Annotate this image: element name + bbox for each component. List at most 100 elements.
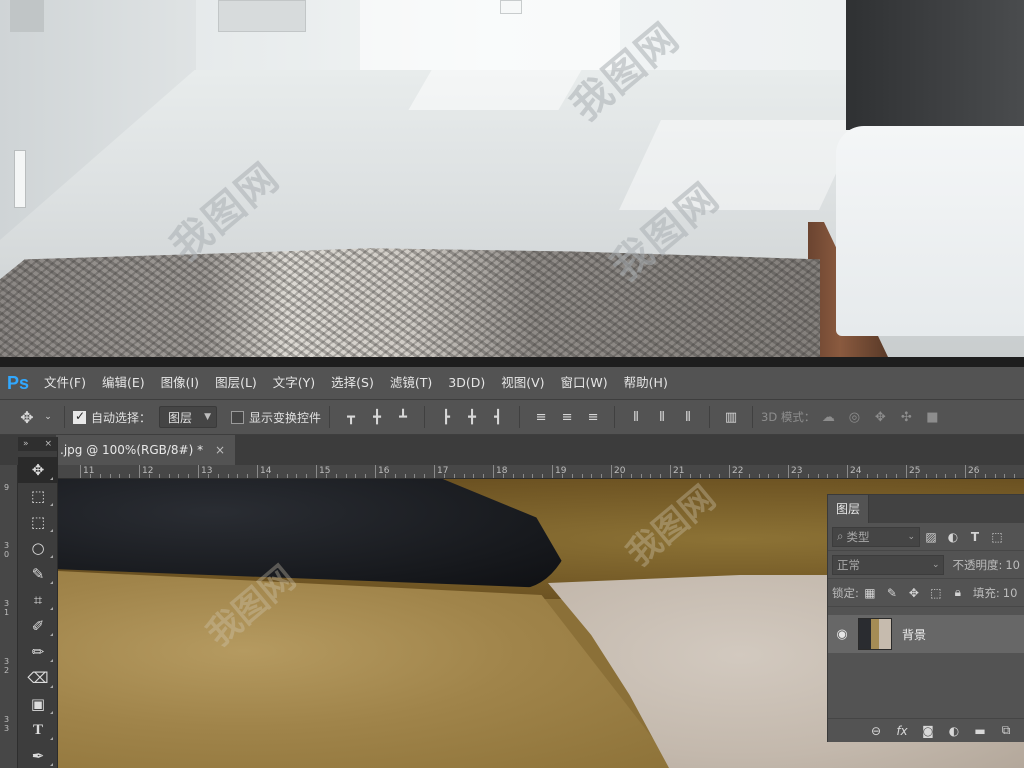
layers-panel-tabs: 图层: [828, 495, 1024, 523]
collapse-icon[interactable]: »: [23, 437, 29, 451]
layer-filter-dropdown[interactable]: ⌕ 类型 ⌄: [832, 526, 920, 547]
document-tab[interactable]: .jpg @ 100%(RGB/8#) * ×: [56, 435, 235, 465]
menu-edit[interactable]: 编辑(E): [94, 367, 153, 399]
eyedropper-tool-icon[interactable]: ✐: [18, 613, 58, 639]
3d-roll-icon[interactable]: ◎: [844, 407, 864, 427]
menu-filter[interactable]: 滤镜(T): [382, 367, 440, 399]
quick-select-tool-icon[interactable]: ✎: [18, 561, 58, 587]
align-vcenter-icon[interactable]: ╋: [367, 407, 387, 427]
3d-pan-icon[interactable]: ✥: [870, 407, 890, 427]
dropdown-value: 图层: [168, 410, 193, 425]
move-tool-icon[interactable]: ✥: [18, 457, 58, 483]
brush-tool-icon[interactable]: ✏: [18, 639, 58, 665]
distribute-top-icon[interactable]: ≡: [531, 407, 551, 427]
lock-all-icon[interactable]: 🔒︎: [947, 585, 969, 600]
visibility-eye-icon[interactable]: ◉: [828, 627, 856, 642]
ruler-number: 23: [791, 466, 803, 476]
opacity-value[interactable]: 10: [1005, 558, 1020, 572]
pen-tool-icon[interactable]: ✒: [18, 743, 58, 768]
layer-row[interactable]: ◉ 背景: [828, 615, 1024, 653]
menu-window[interactable]: 窗口(W): [553, 367, 616, 399]
eraser-tool-icon[interactable]: ⌫: [18, 665, 58, 691]
ruler-tick: [788, 465, 789, 478]
show-transform-label: 显示变换控件: [249, 410, 322, 425]
sunlight-patch: [408, 70, 582, 110]
artboard-tool-icon[interactable]: ⬚: [18, 483, 58, 509]
align-right-icon[interactable]: ┫: [488, 407, 508, 427]
ruler-tick: [847, 465, 848, 478]
type-filter-icon[interactable]: T: [964, 530, 986, 544]
lasso-tool-icon[interactable]: ○: [18, 535, 58, 561]
menu-type[interactable]: 文字(Y): [265, 367, 323, 399]
close-icon[interactable]: ×: [215, 443, 225, 457]
align-bottom-icon[interactable]: ┻: [393, 407, 413, 427]
ruler-tick: [375, 465, 376, 478]
close-icon[interactable]: ×: [44, 437, 52, 451]
bed-mattress: [836, 126, 1024, 336]
adjustment-layer-icon[interactable]: ◐: [941, 724, 967, 738]
dark-wall: [846, 0, 1024, 130]
menu-file[interactable]: 文件(F): [36, 367, 94, 399]
layer-style-icon[interactable]: fx: [889, 724, 915, 738]
new-layer-icon[interactable]: ⧉: [993, 723, 1019, 738]
move-arrows-icon[interactable]: ✥: [17, 407, 37, 427]
align-top-icon[interactable]: ┳: [341, 407, 361, 427]
type-tool-icon[interactable]: T: [18, 717, 58, 743]
3d-orbit-icon[interactable]: ☁: [818, 407, 838, 427]
photoshop-window: Ps 文件(F) 编辑(E) 图像(I) 图层(L) 文字(Y) 选择(S) 滤…: [0, 367, 1024, 768]
distribute-right-icon[interactable]: ⦀: [678, 407, 698, 427]
lock-artboard-icon[interactable]: ⬚: [925, 586, 947, 600]
new-group-icon[interactable]: ▬: [967, 724, 993, 738]
blend-mode-value: 正常: [837, 557, 860, 572]
menu-select[interactable]: 选择(S): [323, 367, 382, 399]
wall-vent: [218, 0, 306, 32]
auto-select-target-dropdown[interactable]: 图层 ▼: [159, 406, 218, 428]
ruler-number: 11: [83, 466, 95, 476]
ruler-number: 13: [201, 466, 213, 476]
3d-slide-icon[interactable]: ✣: [896, 407, 916, 427]
auto-select-checkbox[interactable]: [73, 409, 86, 424]
horizontal-ruler: 11 12 13 14 15 16 17 18 19 20 21 22 23 24 25 26: [58, 465, 1024, 479]
3d-video-icon[interactable]: ■: [922, 407, 942, 427]
lock-pixels-icon[interactable]: ✎: [881, 586, 903, 600]
tab-layers[interactable]: 图层: [828, 495, 870, 523]
distribute-left-icon[interactable]: ⦀: [626, 407, 646, 427]
fill-value[interactable]: 10: [1003, 586, 1018, 600]
menu-3d[interactable]: 3D(D): [440, 367, 493, 399]
show-transform-checkbox[interactable]: [231, 410, 245, 424]
wall-outlet: [14, 150, 26, 208]
menu-view[interactable]: 视图(V): [493, 367, 552, 399]
chevron-down-icon: ⌄: [931, 559, 940, 570]
menu-image[interactable]: 图像(I): [153, 367, 207, 399]
ruler-number: 9: [4, 483, 10, 492]
menu-help[interactable]: 帮助(H): [616, 367, 676, 399]
marquee-tool-icon[interactable]: ⬚: [18, 509, 58, 535]
blend-opacity-row: 正常 ⌄ 不透明度: 10: [828, 551, 1024, 579]
link-layers-icon[interactable]: ⊖: [863, 724, 889, 738]
ruler-number: 22: [732, 466, 744, 476]
ruler-number: 14: [260, 466, 272, 476]
ruler-number: 20: [614, 466, 626, 476]
lock-transparent-icon[interactable]: ▦: [859, 586, 881, 600]
align-hcenter-icon[interactable]: ╋: [462, 407, 482, 427]
image-filter-icon[interactable]: ▨: [920, 530, 942, 544]
chevron-down-icon[interactable]: ⌄: [43, 407, 53, 427]
distribute-vcenter-icon[interactable]: ≡: [557, 407, 577, 427]
shape-filter-icon[interactable]: ⬚: [986, 530, 1008, 544]
ruler-tick: [906, 465, 907, 478]
ruler-tick: [434, 465, 435, 478]
tools-panel: » × ✥ ⬚ ⬚ ○ ✎ ⌗ ✐ ✏ ⌫ ▣ T ✒: [18, 437, 58, 768]
crop-tool-icon[interactable]: ⌗: [18, 587, 58, 613]
add-mask-icon[interactable]: ◙: [915, 724, 941, 738]
blend-mode-dropdown[interactable]: 正常 ⌄: [832, 554, 945, 575]
adjustment-filter-icon[interactable]: ◐: [942, 530, 964, 544]
menu-layer[interactable]: 图层(L): [207, 367, 265, 399]
chevron-down-icon: ⌄: [907, 531, 915, 542]
distribute-bottom-icon[interactable]: ≡: [583, 407, 603, 427]
align-left-icon[interactable]: ┣: [436, 407, 456, 427]
auto-align-icon[interactable]: ▥: [721, 407, 741, 427]
ruler-number: 18: [496, 466, 508, 476]
lock-position-icon[interactable]: ✥: [903, 586, 925, 600]
distribute-hcenter-icon[interactable]: ⦀: [652, 407, 672, 427]
gradient-tool-icon[interactable]: ▣: [18, 691, 58, 717]
